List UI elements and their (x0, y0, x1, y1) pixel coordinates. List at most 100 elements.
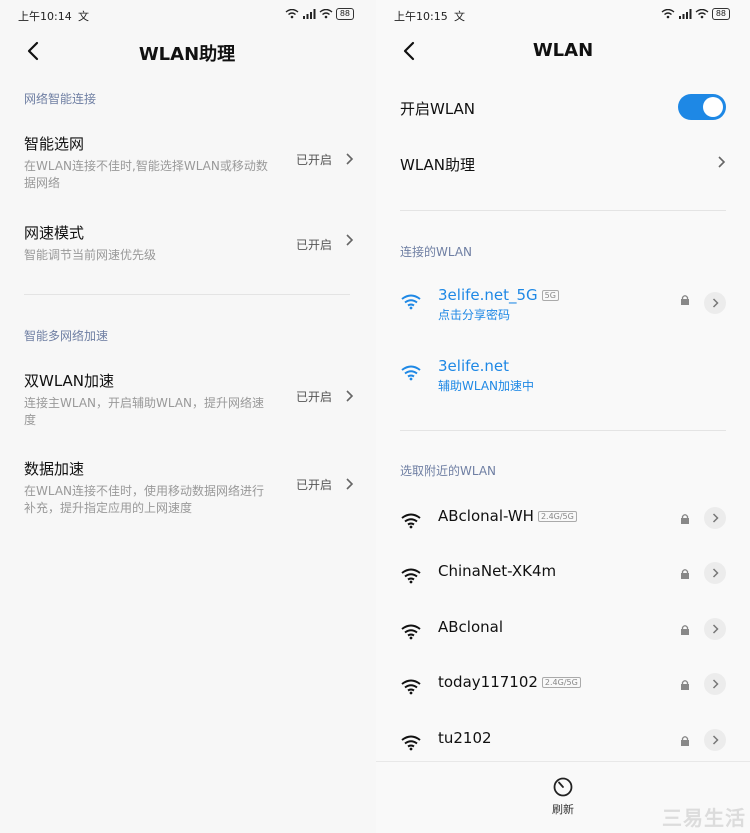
network-ssid: 3elife.net_5G (438, 286, 538, 304)
wifi-signal-icon (401, 365, 421, 381)
section-title-nearby: 选取附近的WLAN (400, 464, 497, 478)
row-status: 已开启 (295, 478, 332, 492)
nearby-network-row[interactable]: today117102 2.4G/5G (400, 671, 726, 711)
row-desc: 在WLAN连接不佳时,智能选择WLAN或移动数据网络 (24, 159, 268, 190)
wifi-signal-icon (401, 294, 421, 310)
row-smart-network-select[interactable]: 智能选网 在WLAN连接不佳时,智能选择WLAN或移动数据网络 已开启 (24, 133, 354, 192)
network-name: 3elife.net (438, 357, 510, 375)
network-name: tu2102 (438, 729, 492, 747)
network-detail-button[interactable] (704, 618, 726, 640)
band-tag: 2.4G/5G (541, 677, 581, 688)
lock-icon (681, 625, 689, 635)
band-tag: 5G (541, 290, 559, 301)
status-extra: 文 (78, 10, 89, 23)
divider (24, 294, 350, 295)
network-ssid: ChinaNet-XK4m (438, 562, 557, 580)
network-ssid: today117102 (438, 673, 538, 691)
battery-indicator: 88 (711, 8, 730, 20)
row-status: 已开启 (295, 238, 332, 252)
status-time: 上午10:14 (18, 10, 72, 23)
section-title-connected: 连接的WLAN (400, 245, 473, 259)
section-title-multi-network: 智能多网络加速 (24, 329, 109, 343)
wifi-signal-icon (401, 735, 421, 751)
wlan-toggle[interactable] (678, 94, 726, 120)
row-desc: 智能调节当前网速优先级 (24, 248, 157, 262)
network-detail-button[interactable] (704, 562, 726, 584)
row-title: WLAN助理 (400, 156, 476, 174)
network-detail-button[interactable] (704, 292, 726, 314)
chevron-right-icon (712, 679, 719, 689)
network-subtitle[interactable]: 点击分享密码 (438, 306, 510, 323)
wifi-signal-icon (401, 568, 421, 584)
row-dual-wlan[interactable]: 双WLAN加速 连接主WLAN，开启辅助WLAN，提升网络速度 已开启 (24, 370, 354, 429)
network-name: 3elife.net_5G 5G (438, 286, 559, 304)
chevron-right-icon (712, 298, 719, 308)
chevron-right-icon (346, 234, 354, 246)
divider (400, 210, 726, 211)
row-speed-mode[interactable]: 网速模式 智能调节当前网速优先级 已开启 (24, 222, 354, 264)
refresh-button[interactable]: 刷新 (552, 776, 574, 817)
chevron-right-icon (712, 624, 719, 634)
wifi-status-icon (285, 9, 299, 19)
chevron-right-icon (346, 390, 354, 402)
status-icons: 88 (285, 8, 354, 20)
network-name: ChinaNet-XK4m (438, 562, 556, 580)
wifi-signal-icon (401, 513, 421, 529)
chevron-right-icon (718, 156, 726, 168)
network-subtitle: 辅助WLAN加速中 (438, 379, 535, 393)
nearby-network-row[interactable]: ABclonal-WH 2.4G/5G (400, 505, 726, 545)
refresh-icon (553, 777, 573, 797)
lock-icon (681, 736, 689, 746)
wifi-icon (319, 9, 333, 19)
status-extra: 文 (454, 10, 465, 23)
lock-icon (681, 569, 689, 579)
watermark: 三易生活 (662, 806, 746, 830)
network-detail-button[interactable] (704, 507, 726, 529)
page-title: WLAN助理 (138, 44, 236, 65)
network-ssid: ABclonal-WH (438, 507, 534, 525)
wlan-assistant-screen: 上午10:14 文 88 WLAN助理 网络智能连接 智能选网 在WLAN连接不… (0, 0, 374, 833)
divider (400, 430, 726, 431)
row-desc: 在WLAN连接不佳时，使用移动数据网络进行补充，提升指定应用的上网速度 (24, 484, 265, 515)
wifi-signal-icon (401, 624, 421, 640)
network-name: ABclonal (438, 618, 503, 636)
battery-indicator: 88 (335, 8, 354, 20)
row-data-acceleration[interactable]: 数据加速 在WLAN连接不佳时，使用移动数据网络进行补充，提升指定应用的上网速度… (24, 458, 354, 517)
connected-network-row[interactable]: 3elife.net 辅助WLAN加速中 (400, 357, 726, 397)
band-tag: 2.4G/5G (537, 511, 577, 522)
chevron-right-icon (346, 478, 354, 490)
wifi-status-icon (661, 9, 675, 19)
wifi-signal-icon (401, 679, 421, 695)
signal-icon (678, 9, 692, 19)
nearby-network-row[interactable]: ChinaNet-XK4m (400, 560, 726, 600)
row-wlan-assistant[interactable]: WLAN助理 (400, 154, 726, 175)
connected-network-row[interactable]: 3elife.net_5G 5G 点击分享密码 (400, 286, 726, 326)
status-icons: 88 (661, 8, 730, 20)
signal-icon (302, 9, 316, 19)
chevron-right-icon (712, 513, 719, 523)
wifi-icon (695, 9, 709, 19)
status-time: 上午10:15 (394, 10, 448, 23)
network-detail-button[interactable] (704, 673, 726, 695)
chevron-right-icon (712, 568, 719, 578)
network-ssid: tu2102 (438, 729, 492, 747)
status-bar: 上午10:14 文 88 (18, 8, 354, 24)
network-detail-button[interactable] (704, 729, 726, 751)
network-ssid: ABclonal (438, 618, 504, 636)
chevron-right-icon (712, 735, 719, 745)
page-title: WLAN (532, 40, 594, 61)
network-name: today117102 2.4G/5G (438, 673, 581, 691)
toggle-knob (703, 97, 723, 117)
row-status: 已开启 (295, 390, 332, 404)
lock-icon (681, 295, 689, 305)
wlan-settings-screen: 上午10:15 文 88 WLAN 开启WLAN WLAN助理 连接的WLAN … (376, 0, 750, 833)
chevron-right-icon (346, 153, 354, 165)
lock-icon (681, 514, 689, 524)
nearby-network-row[interactable]: ABclonal (400, 616, 726, 656)
row-status: 已开启 (295, 153, 332, 167)
row-desc: 连接主WLAN，开启辅助WLAN，提升网络速度 (24, 396, 265, 427)
lock-icon (681, 680, 689, 690)
refresh-label: 刷新 (552, 803, 574, 816)
network-name: ABclonal-WH 2.4G/5G (438, 507, 577, 525)
status-bar: 上午10:15 文 88 (394, 8, 730, 24)
